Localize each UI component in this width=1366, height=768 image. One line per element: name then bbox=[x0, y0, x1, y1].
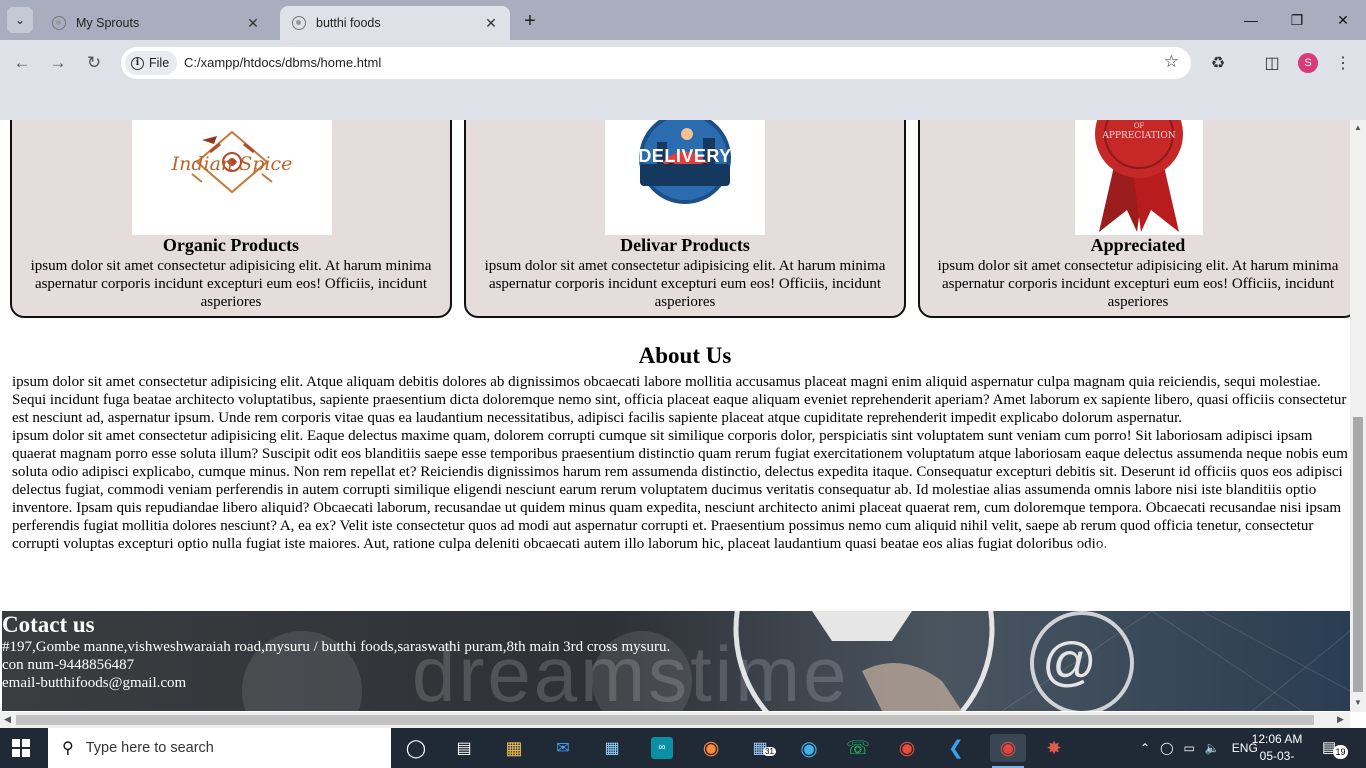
notification-center-icon[interactable]: ▤ 19 bbox=[1322, 738, 1348, 759]
search-placeholder: Type here to search bbox=[85, 740, 214, 756]
scroll-right-icon[interactable]: ▶ bbox=[1337, 714, 1344, 725]
store-icon[interactable]: ▦ bbox=[598, 734, 626, 762]
logo-text: Indian Spice bbox=[171, 153, 293, 175]
search-icon: ⚲ bbox=[62, 740, 74, 757]
arrow-right-icon: → bbox=[49, 53, 67, 72]
card-title: Delivar Products bbox=[620, 235, 750, 255]
delivery-logo: DELIVERY bbox=[605, 120, 765, 235]
activate-windows-watermark: Activate Windows Go to Settings to activ… bbox=[1072, 541, 1293, 581]
tab-butthi-foods[interactable]: butthi foods ✕ bbox=[280, 6, 510, 40]
feature-card-delivery: DELIVERY Delivar Products ipsum dolor si… bbox=[464, 120, 906, 318]
windows-start-icon[interactable] bbox=[12, 739, 30, 757]
clock-date: 05-03-2024 bbox=[1259, 749, 1295, 768]
chrome-icon[interactable]: ◉ bbox=[990, 734, 1026, 768]
site-chip-label: File bbox=[149, 56, 170, 70]
app-badge: 31 bbox=[763, 747, 776, 756]
close-window-button[interactable]: ✕ bbox=[1320, 0, 1366, 40]
notification-badge: 19 bbox=[1333, 745, 1348, 759]
chrome-canary-icon[interactable]: ◉ bbox=[893, 734, 921, 762]
firefox-icon[interactable]: ◉ bbox=[697, 734, 725, 762]
contact-footer: dreamstime @ Cotact us #197,Gombe manne,… bbox=[2, 611, 1350, 711]
forward-button[interactable]: → bbox=[44, 49, 72, 77]
globe-icon bbox=[52, 16, 66, 30]
volume-icon[interactable]: 🔈 bbox=[1205, 741, 1220, 755]
teams-icon[interactable]: ▦ 31 bbox=[746, 734, 776, 762]
arduino-icon[interactable]: ∞ bbox=[648, 734, 676, 762]
browser-toolbar: ← → ↻ i File C:/xampp/htdocs/dbms/home.h… bbox=[0, 40, 1366, 86]
bookmark-star-icon[interactable]: ☆ bbox=[1164, 52, 1179, 72]
footer-title: Cotact us bbox=[2, 612, 95, 637]
back-button[interactable]: ← bbox=[8, 49, 36, 77]
scroll-down-icon[interactable]: ▼ bbox=[1354, 698, 1362, 707]
tab-strip: ⌄ My Sprouts ✕ butthi foods ✕ + — ❐ ✕ bbox=[0, 0, 1366, 40]
card-text: ipsum dolor sit amet consectetur adipisi… bbox=[484, 258, 886, 310]
seal-text-top: OF bbox=[1133, 122, 1145, 130]
taskbar-clock[interactable]: 12:06 AM 05-03-2024 bbox=[1248, 731, 1306, 768]
vscode-icon[interactable]: ❮ bbox=[942, 734, 970, 762]
about-title: About Us bbox=[638, 343, 732, 368]
windows-taskbar: ⚲ Type here to search ◯ ▤ ▦ ✉ ▦ ∞ ◉ ▦ 31 … bbox=[0, 728, 1366, 768]
reload-button[interactable]: ↻ bbox=[80, 49, 108, 77]
file-explorer-icon[interactable]: ▦ bbox=[500, 734, 528, 762]
feature-card-appreciated: OF APPRECIATION Appreciated ipsum dolor … bbox=[918, 120, 1350, 318]
restore-button[interactable]: ❐ bbox=[1274, 0, 1320, 40]
profile-avatar[interactable]: S bbox=[1298, 53, 1318, 73]
page-viewport: Indian Spice Organic Products ipsum dolo… bbox=[0, 120, 1350, 712]
task-view-icon[interactable]: ▤ bbox=[450, 734, 478, 762]
address-bar[interactable]: i File C:/xampp/htdocs/dbms/home.html ☆ bbox=[121, 47, 1191, 79]
taskbar-search-box[interactable]: ⚲ Type here to search bbox=[48, 728, 391, 768]
scrollbar-thumb[interactable] bbox=[1353, 417, 1363, 692]
cortana-icon[interactable]: ◯ bbox=[402, 734, 430, 762]
indian-spice-logo: Indian Spice bbox=[132, 120, 332, 235]
globe-icon bbox=[292, 16, 306, 30]
card-text: ipsum dolor sit amet consectetur adipisi… bbox=[937, 258, 1339, 310]
site-info-chip[interactable]: i File bbox=[125, 51, 178, 75]
url-text[interactable]: C:/xampp/htdocs/dbms/home.html bbox=[184, 55, 381, 70]
new-tab-button[interactable]: + bbox=[518, 9, 542, 33]
network-icon[interactable]: ◯ bbox=[1160, 741, 1173, 755]
about-text: ipsum dolor sit amet consectetur adipisi… bbox=[12, 373, 1350, 553]
edge-icon[interactable]: ◉ bbox=[795, 734, 823, 762]
tab-search-button[interactable]: ⌄ bbox=[7, 7, 33, 33]
chevron-down-icon: ⌄ bbox=[14, 13, 26, 27]
logo-text: DELIVERY bbox=[638, 146, 732, 166]
tab-my-sprouts[interactable]: My Sprouts ✕ bbox=[40, 6, 272, 40]
menu-kebab-icon[interactable]: ⋮ bbox=[1331, 51, 1355, 75]
tab-title: My Sprouts bbox=[76, 16, 140, 30]
chevron-up-icon[interactable]: ⌃ bbox=[1140, 741, 1150, 755]
tab-title: butthi foods bbox=[316, 16, 381, 30]
system-tray: ⌃ ◯ ▭ 🔈 ENG bbox=[1140, 728, 1258, 768]
footer-address: #197,Gombe manne,vishweshwaraiah road,my… bbox=[2, 639, 671, 655]
about-paragraph: ipsum dolor sit amet consectetur adipisi… bbox=[12, 428, 1348, 552]
reload-icon: ↻ bbox=[86, 53, 102, 72]
feature-card-organic: Indian Spice Organic Products ipsum dolo… bbox=[10, 120, 452, 318]
scroll-left-icon[interactable]: ◀ bbox=[4, 714, 11, 725]
minimize-button[interactable]: — bbox=[1228, 0, 1274, 40]
battery-icon[interactable]: ▭ bbox=[1184, 741, 1195, 755]
scroll-up-icon[interactable]: ▲ bbox=[1354, 123, 1362, 132]
card-title: Organic Products bbox=[162, 235, 300, 255]
appreciation-seal-image: OF APPRECIATION bbox=[1075, 120, 1203, 235]
mail-icon[interactable]: ✉ bbox=[549, 734, 577, 762]
scrollbar-thumb[interactable] bbox=[16, 715, 1314, 725]
card-text: ipsum dolor sit amet consectetur adipisi… bbox=[30, 258, 432, 310]
horizontal-scrollbar[interactable]: ◀ ▶ bbox=[0, 712, 1350, 728]
extensions-icon[interactable]: ♻ bbox=[1206, 51, 1230, 75]
close-icon[interactable]: ✕ bbox=[482, 14, 500, 32]
vertical-scrollbar[interactable]: ▲ ▼ bbox=[1350, 120, 1366, 712]
about-paragraph: ipsum dolor sit amet consectetur adipisi… bbox=[12, 374, 1347, 426]
whatsapp-icon[interactable]: ☏ bbox=[844, 734, 872, 762]
at-sign-icon: @ bbox=[1042, 632, 1097, 692]
bookmark-bar bbox=[0, 86, 1366, 120]
footer-phone: con num-9448856487 bbox=[2, 657, 135, 673]
xampp-icon[interactable]: ✸ bbox=[1040, 734, 1068, 762]
card-title: Appreciated bbox=[1090, 235, 1186, 255]
footer-email: email-butthifoods@gmail.com bbox=[2, 675, 187, 691]
clock-time: 12:06 AM bbox=[1251, 732, 1303, 746]
info-icon: i bbox=[131, 56, 144, 70]
close-icon[interactable]: ✕ bbox=[244, 14, 262, 32]
side-panel-icon[interactable]: ◫ bbox=[1260, 51, 1284, 75]
arrow-left-icon: ← bbox=[13, 53, 31, 72]
seal-text: APPRECIATION bbox=[1102, 131, 1176, 141]
